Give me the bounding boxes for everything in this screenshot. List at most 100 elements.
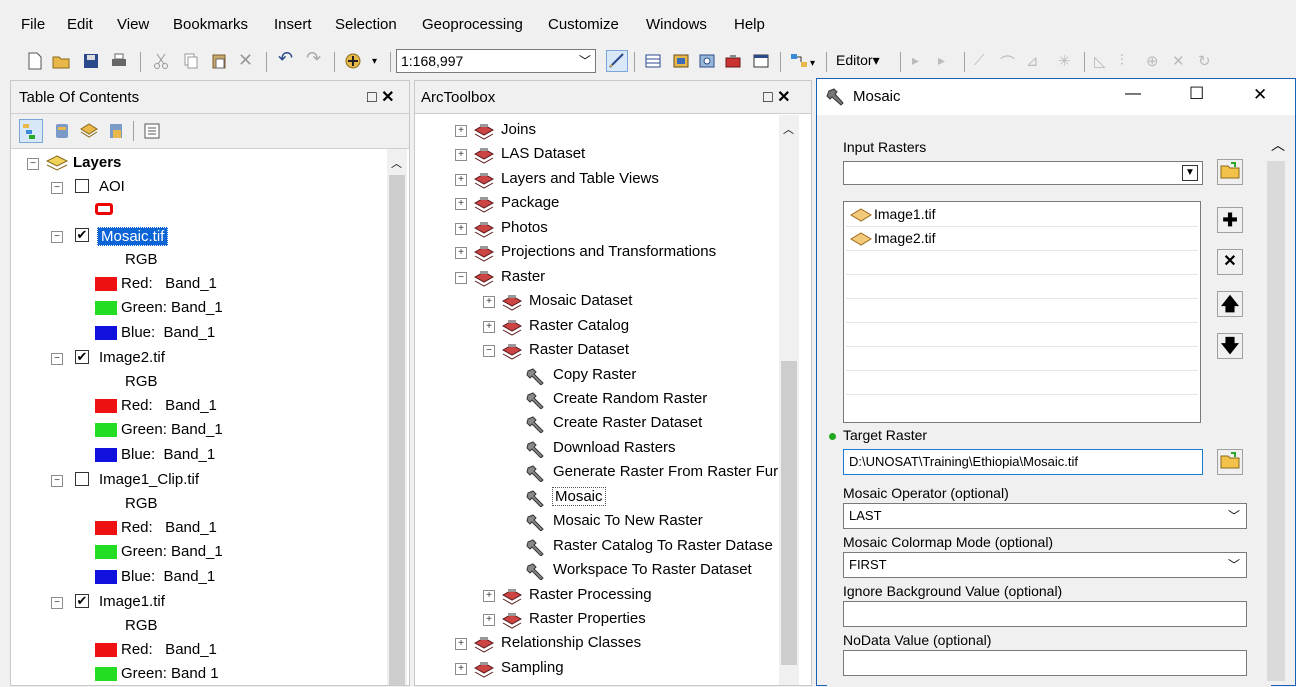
aoi-visibility-checkbox[interactable]	[75, 179, 89, 193]
scroll-up-icon[interactable]: ︿	[1271, 135, 1285, 155]
image2-layer-collapse-toggle[interactable]: −	[51, 353, 63, 365]
image1-clip-layer-visibility-checkbox[interactable]	[75, 472, 89, 486]
python-window-icon[interactable]	[752, 52, 770, 70]
browse-target-raster-button[interactable]	[1217, 449, 1243, 475]
toolset-item[interactable]: Raster Catalog	[529, 317, 629, 334]
rotate-icon[interactable]: ↻	[1198, 52, 1216, 70]
tree-expand-toggle[interactable]: −	[483, 345, 495, 358]
tree-expand-toggle[interactable]: +	[483, 589, 495, 602]
ignore-background-input[interactable]	[843, 601, 1247, 627]
model-builder-icon[interactable]	[790, 52, 808, 70]
toolset-item[interactable]: Raster Dataset	[529, 341, 629, 358]
tool-item[interactable]: Generate Raster From Raster Fur	[553, 463, 778, 480]
toolset-item[interactable]: Relationship Classes	[501, 634, 641, 651]
save-icon[interactable]	[82, 52, 100, 70]
aoi-layer-name[interactable]: AOI	[99, 178, 125, 195]
menu-customize[interactable]: Customize	[548, 16, 619, 33]
editor-menu[interactable]: Editor▾	[836, 52, 880, 69]
nodata-value-input[interactable]	[843, 650, 1247, 676]
tree-expand-toggle[interactable]: +	[455, 173, 467, 186]
list-by-drawing-order-button[interactable]	[19, 119, 43, 143]
layers-collapse-toggle[interactable]: −	[27, 158, 39, 170]
tool-item[interactable]: Copy Raster	[553, 366, 636, 383]
new-document-icon[interactable]	[26, 52, 44, 70]
chevron-down-icon[interactable]: ﹀	[1228, 556, 1240, 573]
toc-scrollbar[interactable]: ︿	[387, 149, 407, 685]
layers-root-label[interactable]: Layers	[73, 154, 121, 171]
point-icon[interactable]: ✳	[1058, 52, 1076, 70]
scroll-up-icon[interactable]: ︿	[391, 155, 402, 171]
edit-tool-icon[interactable]: ▸	[912, 52, 930, 70]
redo-icon[interactable]: ↷	[306, 48, 324, 68]
toolset-item[interactable]: Joins	[501, 121, 536, 138]
chevron-down-icon[interactable]: ﹀	[1228, 507, 1240, 524]
target-raster-input[interactable]: D:\UNOSAT\Training\Ethiopia\Mosaic.tif	[843, 449, 1203, 475]
chevron-down-icon[interactable]: ▼	[1182, 165, 1198, 181]
menu-edit[interactable]: Edit	[67, 16, 93, 33]
map-scale-combobox[interactable]: 1:168,997 ﹀	[396, 49, 596, 73]
image1-clip-layer-collapse-toggle[interactable]: −	[51, 475, 63, 487]
tree-expand-toggle[interactable]: +	[455, 125, 467, 137]
arctoolbox-scrollbar-thumb[interactable]	[781, 361, 797, 665]
edit-vertices-icon[interactable]: ◺	[1094, 52, 1112, 70]
toolset-item[interactable]: LAS Dataset	[501, 145, 585, 162]
toolset-item[interactable]: Projections and Transformations	[501, 243, 716, 260]
tree-expand-toggle[interactable]: +	[483, 296, 495, 309]
image1-layer-name[interactable]: Image1.tif	[99, 593, 165, 610]
toc-window-controls[interactable]: □ ✕	[367, 87, 395, 107]
edit-annotation-icon[interactable]: ▸	[938, 52, 956, 70]
editor-toolbar-icon[interactable]	[606, 50, 628, 72]
delete-icon[interactable]: ✕	[238, 50, 256, 70]
tree-expand-toggle[interactable]: +	[455, 638, 467, 651]
split-icon[interactable]: ✕	[1172, 52, 1190, 70]
tree-expand-toggle[interactable]: +	[455, 222, 467, 235]
image2-layer-visibility-checkbox[interactable]: ✔	[75, 350, 89, 364]
toolset-item[interactable]: Raster Processing	[529, 586, 652, 603]
tool-item[interactable]: Download Rasters	[553, 439, 676, 456]
aoi-collapse-toggle[interactable]: −	[51, 182, 63, 194]
list-by-visibility-icon[interactable]	[79, 122, 99, 140]
mosaic-operator-select[interactable]: LAST ﹀	[843, 503, 1247, 529]
scroll-up-icon[interactable]: ︿	[783, 121, 794, 137]
menu-file[interactable]: File	[21, 16, 45, 33]
colormap-mode-select[interactable]: FIRST ﹀	[843, 552, 1247, 578]
add-data-icon[interactable]	[344, 52, 362, 70]
tool-item[interactable]: Mosaic To New Raster	[553, 512, 703, 529]
arctoolbox-icon[interactable]	[724, 52, 742, 70]
toolset-item[interactable]: Photos	[501, 219, 548, 236]
remove-raster-button[interactable]: ✕	[1217, 249, 1243, 275]
input-rasters-combobox[interactable]: ▼	[843, 161, 1203, 185]
image1-layer-visibility-checkbox[interactable]: ✔	[75, 594, 89, 608]
list-by-source-icon[interactable]	[53, 122, 71, 140]
arc-segment-icon[interactable]: ⌒	[1000, 52, 1018, 72]
image1-clip-layer-name[interactable]: Image1_Clip.tif	[99, 471, 199, 488]
tool-item[interactable]: Create Raster Dataset	[553, 414, 702, 431]
raster-list-item[interactable]: Image1.tif	[874, 206, 935, 222]
paste-icon[interactable]	[210, 52, 228, 70]
image1-layer-collapse-toggle[interactable]: −	[51, 597, 63, 609]
move-up-button[interactable]: 🡅	[1217, 291, 1243, 317]
toolset-item[interactable]: Layers and Table Views	[501, 170, 659, 187]
open-folder-icon[interactable]	[52, 52, 70, 70]
table-icon[interactable]	[644, 52, 662, 70]
maximize-button[interactable]: ☐	[1189, 84, 1204, 104]
menu-selection[interactable]: Selection	[335, 16, 397, 33]
tree-expand-toggle[interactable]: +	[455, 198, 467, 211]
reshape-icon[interactable]: ⫶	[1120, 52, 1138, 70]
tool-item[interactable]: Workspace To Raster Dataset	[553, 561, 752, 578]
menu-insert[interactable]: Insert	[274, 16, 312, 33]
menu-bookmarks[interactable]: Bookmarks	[173, 16, 248, 33]
menu-view[interactable]: View	[117, 16, 149, 33]
toolset-item[interactable]: Package	[501, 194, 559, 211]
mosaic-layer-collapse-toggle[interactable]: −	[51, 231, 63, 243]
tree-expand-toggle[interactable]: +	[483, 320, 495, 333]
menu-windows[interactable]: Windows	[646, 16, 707, 33]
catalog-icon[interactable]	[672, 52, 690, 70]
toolset-item[interactable]: Raster Properties	[529, 610, 646, 627]
arctoolbox-scrollbar[interactable]: ︿	[779, 115, 799, 685]
straight-segment-icon[interactable]: ⟋	[974, 52, 992, 70]
add-data-dropdown-icon[interactable]: ▾	[372, 56, 390, 74]
arctoolbox-window-controls[interactable]: □ ✕	[763, 87, 791, 107]
image2-layer-name[interactable]: Image2.tif	[99, 349, 165, 366]
tree-expand-toggle[interactable]: +	[483, 614, 495, 626]
